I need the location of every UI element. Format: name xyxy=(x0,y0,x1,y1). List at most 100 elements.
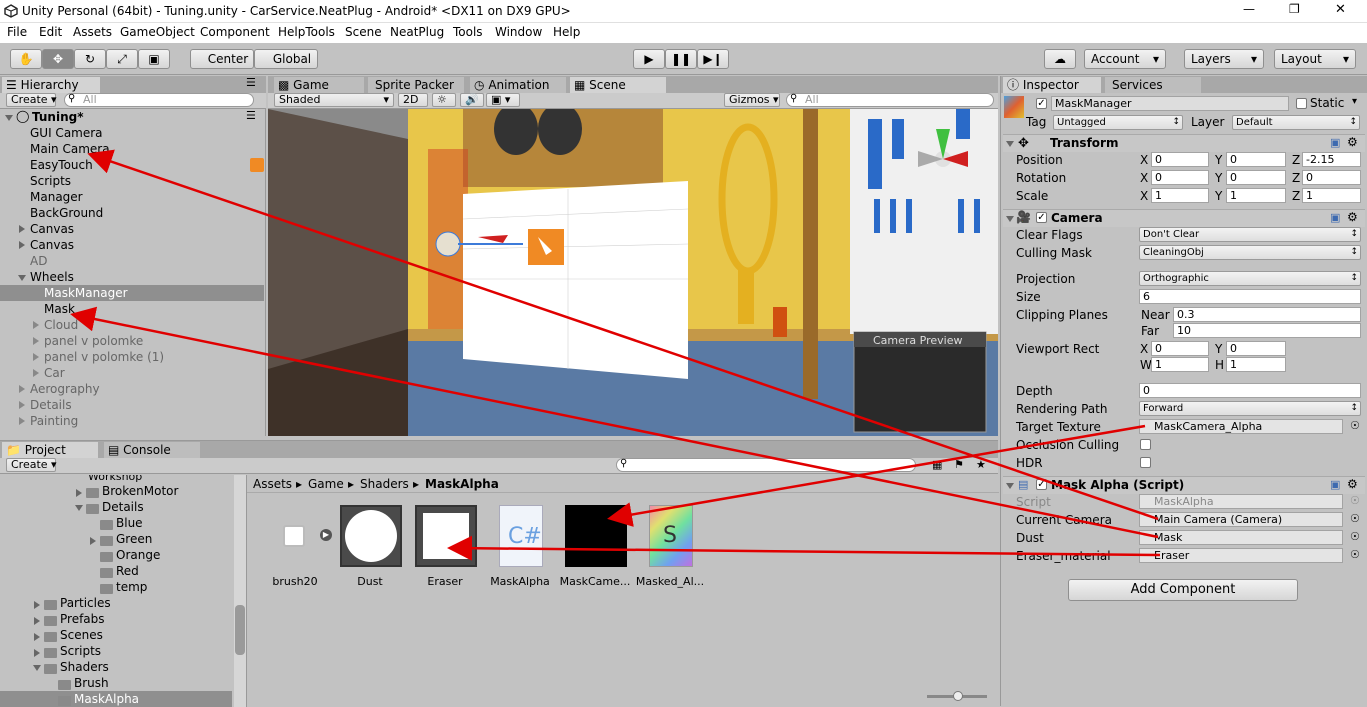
layers-dropdown[interactable]: Layers ▾ xyxy=(1184,49,1264,69)
asset-label[interactable]: Dust xyxy=(330,575,410,588)
zoom-slider[interactable] xyxy=(927,691,987,701)
viewport-x-field[interactable]: 0 xyxy=(1151,341,1209,356)
expand-arrow-icon[interactable] xyxy=(34,617,40,625)
object-picker-icon[interactable]: ☉ xyxy=(1350,548,1360,561)
expand-arrow-icon[interactable] xyxy=(34,649,40,657)
close-button[interactable]: ✕ xyxy=(1335,2,1346,17)
expand-arrow-icon[interactable] xyxy=(19,241,25,249)
tree-item[interactable]: temp xyxy=(116,579,147,595)
rotation-y-field[interactable]: 0 xyxy=(1226,170,1286,185)
create-dropdown[interactable]: Create ▾ xyxy=(6,458,57,472)
tree-item[interactable]: Red xyxy=(116,563,139,579)
breadcrumb-item[interactable]: Assets xyxy=(253,475,292,493)
list-item[interactable]: Main Camera xyxy=(30,141,110,157)
tree-item[interactable]: Blue xyxy=(116,515,143,531)
breadcrumb-item[interactable]: MaskAlpha xyxy=(425,475,499,493)
position-y-field[interactable]: 0 xyxy=(1226,152,1286,167)
tab-game[interactable]: ▩ Game xyxy=(274,77,364,93)
list-item[interactable]: Details xyxy=(30,397,72,413)
expand-arrow-icon[interactable] xyxy=(18,275,26,281)
camera-enabled-checkbox[interactable]: ✓ xyxy=(1036,212,1047,223)
tree-item[interactable]: BrokenMotor xyxy=(102,483,178,499)
list-item[interactable]: Wheels xyxy=(30,269,74,285)
rect-tool-button[interactable]: ▣ xyxy=(138,49,170,69)
menu-edit[interactable]: Edit xyxy=(39,25,62,39)
minimize-button[interactable]: — xyxy=(1243,2,1255,16)
list-item[interactable]: panel v polomke (1) xyxy=(44,349,164,365)
list-item[interactable]: Canvas xyxy=(30,221,74,237)
cloud-button[interactable]: ☁ xyxy=(1044,49,1076,69)
asset-brush20-thumb[interactable] xyxy=(283,525,305,547)
asset-dust-thumb[interactable] xyxy=(340,505,402,567)
tree-item[interactable]: Brush xyxy=(74,675,109,691)
filter-type-icon[interactable]: ▦ xyxy=(932,458,942,471)
occlusion-culling-checkbox[interactable] xyxy=(1140,439,1151,450)
expand-arrow-icon[interactable] xyxy=(90,537,96,545)
breadcrumb-item[interactable]: Shaders xyxy=(360,475,409,493)
tree-item[interactable]: MaskAlpha xyxy=(74,691,139,707)
project-search-input[interactable] xyxy=(616,458,916,472)
rotation-x-field[interactable]: 0 xyxy=(1151,170,1209,185)
expand-arrow-icon[interactable] xyxy=(33,337,39,345)
dropdown-arrow-icon[interactable]: ▾ xyxy=(1352,96,1357,107)
step-button[interactable]: ▶❙ xyxy=(697,49,729,69)
scene-root[interactable]: Tuning* xyxy=(32,109,83,125)
menu-help[interactable]: Help xyxy=(553,25,580,39)
tree-item[interactable]: Particles xyxy=(60,595,111,611)
list-item[interactable]: MaskManager xyxy=(44,285,128,301)
expand-arrow-icon[interactable] xyxy=(5,115,13,121)
gear-icon[interactable]: ⚙ xyxy=(1347,135,1358,149)
selected-row[interactable] xyxy=(0,285,264,301)
add-component-button[interactable]: Add Component xyxy=(1068,579,1298,601)
create-dropdown[interactable]: Create ▾ xyxy=(6,93,57,107)
expand-arrow-icon[interactable] xyxy=(33,353,39,361)
projection-dropdown[interactable]: Orthographic xyxy=(1139,271,1361,286)
gizmos-dropdown[interactable]: Gizmos ▾ xyxy=(724,93,780,107)
help-icon[interactable]: ▣ xyxy=(1330,478,1340,491)
depth-field[interactable]: 0 xyxy=(1139,383,1361,398)
layer-dropdown[interactable]: Default xyxy=(1232,115,1360,130)
scrollbar-thumb[interactable] xyxy=(235,605,245,655)
list-item[interactable]: Aerography xyxy=(30,381,100,397)
tree-item[interactable]: Details xyxy=(102,499,144,515)
scale-z-field[interactable]: 1 xyxy=(1302,188,1361,203)
list-item[interactable]: Painting xyxy=(30,413,78,429)
maximize-button[interactable]: ❐ xyxy=(1289,2,1300,16)
breadcrumb-item[interactable]: Game xyxy=(308,475,344,493)
pause-button[interactable]: ❚❚ xyxy=(665,49,697,69)
tab-animation[interactable]: ◷ Animation xyxy=(470,77,566,93)
position-x-field[interactable]: 0 xyxy=(1151,152,1209,167)
viewport-h-field[interactable]: 1 xyxy=(1226,357,1286,372)
list-item[interactable]: Scripts xyxy=(30,173,71,189)
hdr-checkbox[interactable] xyxy=(1140,457,1151,468)
list-item[interactable]: Mask xyxy=(44,301,75,317)
expand-arrow-icon[interactable] xyxy=(1006,216,1014,222)
expand-arrow-icon[interactable] xyxy=(19,225,25,233)
shading-mode-dropdown[interactable]: Shaded ▾ xyxy=(274,93,394,107)
pivot-center-button[interactable]: Center xyxy=(190,49,254,69)
gameobject-name-input[interactable]: MaskManager xyxy=(1051,96,1289,111)
tab-project[interactable]: 📁 Project xyxy=(2,442,98,458)
pivot-global-button[interactable]: Global xyxy=(254,49,318,69)
star-icon[interactable]: ★ xyxy=(976,458,986,471)
asset-label[interactable]: MaskCame... xyxy=(555,575,635,588)
eraser-material-field[interactable]: Eraser xyxy=(1139,548,1343,563)
tree-item[interactable]: Scripts xyxy=(60,643,101,659)
account-dropdown[interactable]: Account ▾ xyxy=(1084,49,1166,69)
script-enabled-checkbox[interactable]: ✓ xyxy=(1036,479,1047,490)
help-icon[interactable]: ▣ xyxy=(1330,136,1340,149)
rotation-z-field[interactable]: 0 xyxy=(1302,170,1361,185)
tree-item[interactable]: Prefabs xyxy=(60,611,105,627)
layout-dropdown[interactable]: Layout ▾ xyxy=(1274,49,1356,69)
gear-icon[interactable]: ⚙ xyxy=(1347,477,1358,491)
play-icon[interactable]: ▶ xyxy=(320,529,332,541)
list-item[interactable]: GUI Camera xyxy=(30,125,103,141)
object-picker-icon[interactable]: ☉ xyxy=(1350,512,1360,525)
2d-toggle[interactable]: 2D xyxy=(398,93,428,107)
hand-tool-button[interactable]: ✋ xyxy=(10,49,42,69)
asset-label[interactable]: Masked_Al... xyxy=(630,575,710,588)
tab-scene[interactable]: ▦ Scene xyxy=(570,77,666,93)
audio-toggle[interactable]: 🔊 xyxy=(460,93,484,107)
expand-arrow-icon[interactable] xyxy=(33,369,39,377)
list-item[interactable]: Canvas xyxy=(30,237,74,253)
